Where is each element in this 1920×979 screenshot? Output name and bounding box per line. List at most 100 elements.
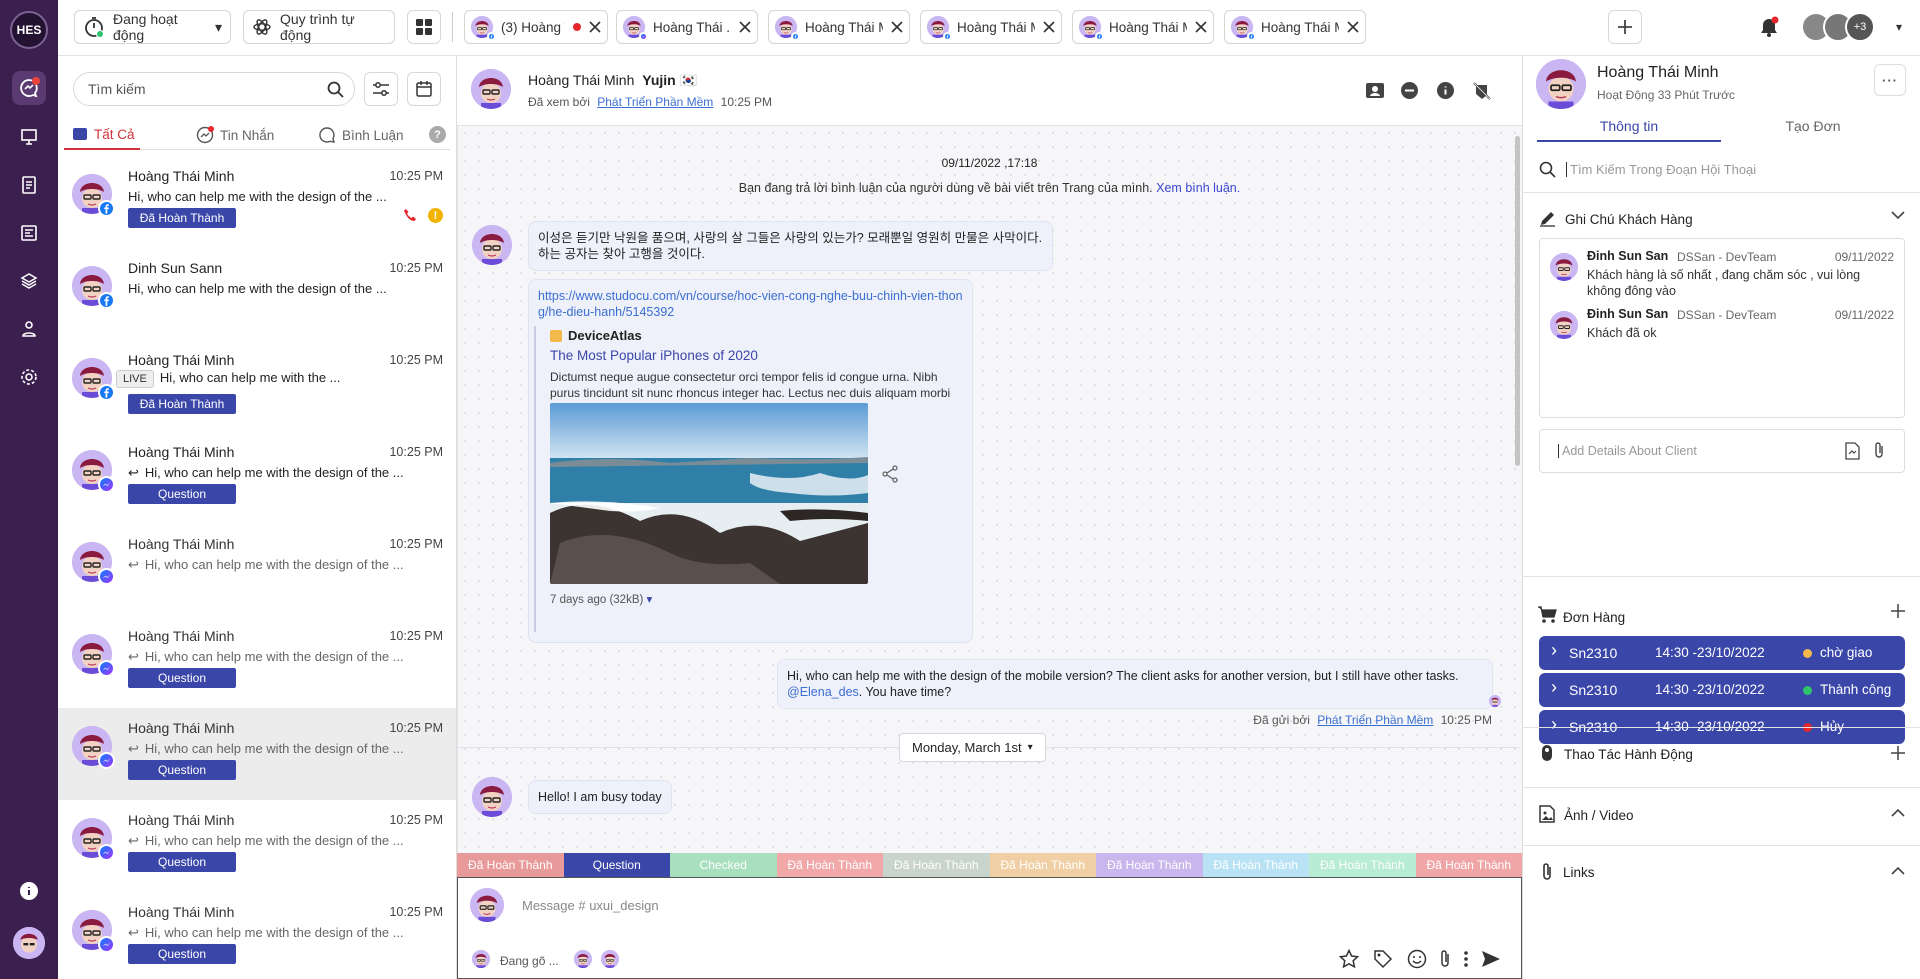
conversation-search-input[interactable]: Tìm kiếm [73,72,355,106]
quick-tag[interactable]: Đã Hoàn Thành [1096,853,1203,877]
info-icon[interactable] [1436,81,1455,100]
status-tag[interactable]: Question [128,484,236,504]
attachment-icon[interactable] [1437,949,1453,969]
attachment-icon[interactable] [1872,442,1886,460]
emoji-icon[interactable] [1407,949,1427,969]
quick-tag[interactable]: Checked [670,853,777,877]
conversation-item[interactable]: Hoàng Thái Minh 10:25 PM ↩ Hi, who can help… [58,708,456,800]
app-logo[interactable]: HES [10,11,48,49]
add-action-icon[interactable] [1891,746,1905,760]
avatars-chevron-icon[interactable]: ▾ [1896,20,1902,34]
tab-create-order[interactable]: Tạo Đơn [1721,112,1905,142]
order-row[interactable]: › Sn2310 14:30 -23/10/2022 Thành công [1539,673,1905,707]
conversation-search-field[interactable]: Tìm Kiếm Trong Đoạn Hội Thoại [1566,162,1756,177]
send-icon[interactable] [1481,950,1501,968]
add-order-icon[interactable] [1891,604,1905,618]
tab-avatar[interactable] [471,16,496,41]
conversation-tab[interactable]: Hoàng Thái Minh [1224,10,1366,44]
warning-icon[interactable]: ! [428,208,443,223]
tab-avatar[interactable] [1079,16,1104,41]
report-nav-icon[interactable] [12,216,46,250]
order-row[interactable]: › Sn2310 14:30 -23/10/2022 chờ giao [1539,636,1905,670]
search-icon[interactable] [327,81,344,98]
tab-avatar[interactable] [623,16,648,41]
tag-icon[interactable] [1373,949,1393,969]
close-icon[interactable] [739,21,751,33]
status-tag[interactable]: Đã Hoàn Thành [128,394,236,414]
tab-avatar[interactable] [775,16,800,41]
filter-settings-button[interactable] [364,72,398,106]
close-icon[interactable] [1195,21,1207,33]
user-nav-icon[interactable] [12,312,46,346]
quick-tag[interactable]: Đã Hoàn Thành [1415,853,1522,877]
conversation-avatar[interactable] [72,542,115,585]
phone-icon[interactable] [403,208,417,222]
conversation-tab[interactable]: (3) Hoàng Thái .. [464,10,608,44]
close-icon[interactable] [891,21,903,33]
mention-link[interactable]: @Elena_des [787,685,859,699]
conversation-avatar[interactable] [72,174,115,217]
sender-avatar-2[interactable] [472,777,512,817]
layers-nav-icon[interactable] [12,264,46,298]
presentation-nav-icon[interactable] [12,120,46,154]
notes-input[interactable]: Add Details About Client [1539,429,1905,473]
help-icon[interactable]: ? [429,126,446,143]
more-options-icon[interactable] [1463,949,1469,969]
tab-comments[interactable]: Bình Luận [318,120,404,150]
conversation-avatar[interactable] [72,634,115,677]
quick-tag[interactable]: Đã Hoàn Thành [989,853,1096,877]
conversation-avatar[interactable] [72,450,115,493]
status-tag[interactable]: Đã Hoàn Thành [128,208,236,228]
close-icon[interactable] [589,21,601,33]
status-tag[interactable]: Question [128,760,236,780]
conversation-avatar[interactable] [72,726,115,769]
quick-tag[interactable]: Đã Hoàn Thành [776,853,883,877]
quick-tag[interactable]: Question [563,853,670,877]
more-menu-button[interactable]: ··· [1874,64,1906,96]
conversation-item[interactable]: Hoàng Thái Minh 10:25 PM ↩ Hi, who can help… [58,524,456,616]
note-author-avatar[interactable] [1550,253,1578,281]
chat-contact-avatar[interactable] [471,69,511,109]
note-author-avatar[interactable] [1550,311,1578,339]
conversation-item[interactable]: Dinh Sun Sann 10:25 PM Hi, who can help me… [58,248,456,340]
sent-by-link[interactable]: Phát Triển Phần Mềm [1317,713,1433,727]
calendar-button[interactable] [407,72,441,106]
link-preview-image[interactable] [550,403,868,584]
seen-by-link[interactable]: Phát Triển Phần Mềm [597,95,713,109]
outgoing-message[interactable]: Hi, who can help me with the design of t… [777,659,1493,709]
link-title[interactable]: The Most Popular iPhones of 2020 [550,348,758,364]
customer-avatar[interactable] [1536,59,1586,109]
chevron-down-icon[interactable] [1891,210,1905,220]
conversation-avatar[interactable] [72,910,115,953]
conversation-item[interactable]: Hoàng Thái Minh 10:25 PM Hi, who can help … [58,156,456,248]
notification-bell-icon[interactable] [1758,16,1780,38]
conversation-item[interactable]: Hoàng Thái Minh 10:25 PM ↩ Hi, who can help… [58,892,456,979]
conversation-item[interactable]: Hoàng Thái Minh 10:25 PM ↩ Hi, who can help… [58,616,456,708]
korean-message[interactable]: 이성은 듣기만 낙원을 품으며, 사랑의 살 그들은 사랑의 있는가? 모래뿐일… [528,221,1053,271]
conversation-avatar[interactable] [72,266,115,309]
status-tag[interactable]: Question [128,852,236,872]
status-tag[interactable]: Question [128,944,236,964]
tab-all[interactable]: Tất Cả [64,120,140,150]
link-preview-message[interactable]: https://www.studocu.com/vn/course/hoc-vi… [528,279,973,643]
quick-tag[interactable]: Đã Hoàn Thành [883,853,990,877]
sender-avatar[interactable] [472,225,512,265]
document-nav-icon[interactable] [12,168,46,202]
conversation-item[interactable]: Hoàng Thái Minh 10:25 PM ↩ Hi, who can help… [58,800,456,892]
tab-avatar[interactable] [1231,16,1256,41]
view-comment-link[interactable]: Xem bình luận. [1156,181,1240,195]
conversation-tab[interactable]: Hoàng Thái ... [616,10,758,44]
conversation-item[interactable]: Hoàng Thái Minh 10:25 PM LIVE Hi, who can h… [58,340,456,432]
conversation-tab[interactable]: Hoàng Thái Minh [920,10,1062,44]
quick-tag[interactable]: Đã Hoàn Thành [1202,853,1309,877]
link-url[interactable]: https://www.studocu.com/vn/course/hoc-vi… [538,288,963,320]
tab-info[interactable]: Thông tin [1537,112,1721,142]
block-icon[interactable] [1400,81,1419,100]
close-icon[interactable] [1043,21,1055,33]
chat-nav-icon[interactable] [12,71,46,105]
profile-avatar[interactable] [12,926,46,960]
conversation-avatar[interactable] [72,358,115,401]
chevron-up-icon[interactable] [1891,866,1905,876]
workflow-button[interactable]: Quy trình tự động [243,10,395,44]
team-avatars[interactable]: +3 [1801,12,1875,42]
